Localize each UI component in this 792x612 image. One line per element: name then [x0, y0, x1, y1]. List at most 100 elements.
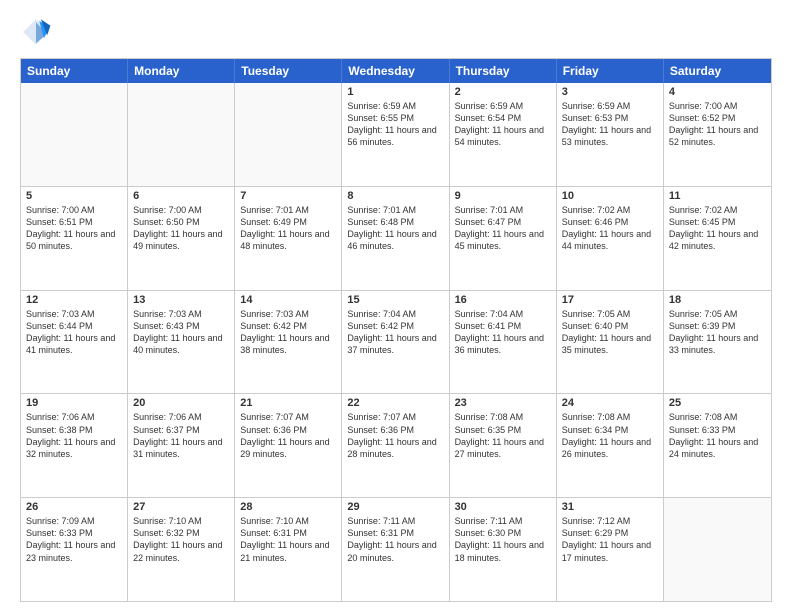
day-number: 25: [669, 397, 766, 409]
day-cell-2: 2 Sunrise: 6:59 AMSunset: 6:54 PMDayligh…: [450, 83, 557, 186]
day-number: 6: [133, 190, 229, 202]
cell-info: Sunrise: 6:59 AMSunset: 6:55 PMDaylight:…: [347, 100, 443, 149]
day-cell-3: 3 Sunrise: 6:59 AMSunset: 6:53 PMDayligh…: [557, 83, 664, 186]
cell-info: Sunrise: 7:12 AMSunset: 6:29 PMDaylight:…: [562, 515, 658, 564]
day-cell-9: 9 Sunrise: 7:01 AMSunset: 6:47 PMDayligh…: [450, 187, 557, 290]
cell-info: Sunrise: 7:08 AMSunset: 6:34 PMDaylight:…: [562, 411, 658, 460]
day-number: 12: [26, 294, 122, 306]
cell-info: Sunrise: 6:59 AMSunset: 6:53 PMDaylight:…: [562, 100, 658, 149]
day-cell-21: 21 Sunrise: 7:07 AMSunset: 6:36 PMDaylig…: [235, 394, 342, 497]
cell-info: Sunrise: 7:01 AMSunset: 6:48 PMDaylight:…: [347, 204, 443, 253]
day-cell-13: 13 Sunrise: 7:03 AMSunset: 6:43 PMDaylig…: [128, 291, 235, 394]
day-number: 7: [240, 190, 336, 202]
cell-info: Sunrise: 7:00 AMSunset: 6:52 PMDaylight:…: [669, 100, 766, 149]
cell-info: Sunrise: 7:10 AMSunset: 6:31 PMDaylight:…: [240, 515, 336, 564]
cell-info: Sunrise: 7:05 AMSunset: 6:40 PMDaylight:…: [562, 308, 658, 357]
day-cell-8: 8 Sunrise: 7:01 AMSunset: 6:48 PMDayligh…: [342, 187, 449, 290]
empty-cell: [235, 83, 342, 186]
cell-info: Sunrise: 7:06 AMSunset: 6:38 PMDaylight:…: [26, 411, 122, 460]
cell-info: Sunrise: 7:11 AMSunset: 6:30 PMDaylight:…: [455, 515, 551, 564]
day-number: 13: [133, 294, 229, 306]
cell-info: Sunrise: 7:09 AMSunset: 6:33 PMDaylight:…: [26, 515, 122, 564]
cell-info: Sunrise: 7:07 AMSunset: 6:36 PMDaylight:…: [240, 411, 336, 460]
cell-info: Sunrise: 7:11 AMSunset: 6:31 PMDaylight:…: [347, 515, 443, 564]
header: [20, 16, 772, 48]
day-cell-19: 19 Sunrise: 7:06 AMSunset: 6:38 PMDaylig…: [21, 394, 128, 497]
day-number: 26: [26, 501, 122, 513]
calendar: SundayMondayTuesdayWednesdayThursdayFrid…: [20, 58, 772, 602]
day-number: 16: [455, 294, 551, 306]
cell-info: Sunrise: 7:02 AMSunset: 6:45 PMDaylight:…: [669, 204, 766, 253]
day-cell-18: 18 Sunrise: 7:05 AMSunset: 6:39 PMDaylig…: [664, 291, 771, 394]
day-number: 9: [455, 190, 551, 202]
day-header-sunday: Sunday: [21, 59, 128, 83]
cell-info: Sunrise: 7:04 AMSunset: 6:42 PMDaylight:…: [347, 308, 443, 357]
day-number: 29: [347, 501, 443, 513]
week-row-4: 26 Sunrise: 7:09 AMSunset: 6:33 PMDaylig…: [21, 497, 771, 601]
day-number: 30: [455, 501, 551, 513]
cell-info: Sunrise: 7:02 AMSunset: 6:46 PMDaylight:…: [562, 204, 658, 253]
day-number: 21: [240, 397, 336, 409]
day-number: 8: [347, 190, 443, 202]
week-row-2: 12 Sunrise: 7:03 AMSunset: 6:44 PMDaylig…: [21, 290, 771, 394]
day-cell-23: 23 Sunrise: 7:08 AMSunset: 6:35 PMDaylig…: [450, 394, 557, 497]
day-header-wednesday: Wednesday: [342, 59, 449, 83]
day-number: 20: [133, 397, 229, 409]
day-number: 10: [562, 190, 658, 202]
day-number: 28: [240, 501, 336, 513]
empty-cell: [128, 83, 235, 186]
day-cell-31: 31 Sunrise: 7:12 AMSunset: 6:29 PMDaylig…: [557, 498, 664, 601]
day-cell-17: 17 Sunrise: 7:05 AMSunset: 6:40 PMDaylig…: [557, 291, 664, 394]
calendar-body: 1 Sunrise: 6:59 AMSunset: 6:55 PMDayligh…: [21, 83, 771, 601]
day-cell-14: 14 Sunrise: 7:03 AMSunset: 6:42 PMDaylig…: [235, 291, 342, 394]
day-header-tuesday: Tuesday: [235, 59, 342, 83]
empty-cell: [21, 83, 128, 186]
day-cell-25: 25 Sunrise: 7:08 AMSunset: 6:33 PMDaylig…: [664, 394, 771, 497]
cell-info: Sunrise: 7:00 AMSunset: 6:50 PMDaylight:…: [133, 204, 229, 253]
day-cell-6: 6 Sunrise: 7:00 AMSunset: 6:50 PMDayligh…: [128, 187, 235, 290]
cell-info: Sunrise: 7:03 AMSunset: 6:44 PMDaylight:…: [26, 308, 122, 357]
day-cell-16: 16 Sunrise: 7:04 AMSunset: 6:41 PMDaylig…: [450, 291, 557, 394]
week-row-1: 5 Sunrise: 7:00 AMSunset: 6:51 PMDayligh…: [21, 186, 771, 290]
cell-info: Sunrise: 7:05 AMSunset: 6:39 PMDaylight:…: [669, 308, 766, 357]
day-cell-7: 7 Sunrise: 7:01 AMSunset: 6:49 PMDayligh…: [235, 187, 342, 290]
cell-info: Sunrise: 7:03 AMSunset: 6:42 PMDaylight:…: [240, 308, 336, 357]
day-header-saturday: Saturday: [664, 59, 771, 83]
page: SundayMondayTuesdayWednesdayThursdayFrid…: [0, 0, 792, 612]
day-cell-22: 22 Sunrise: 7:07 AMSunset: 6:36 PMDaylig…: [342, 394, 449, 497]
cell-info: Sunrise: 7:07 AMSunset: 6:36 PMDaylight:…: [347, 411, 443, 460]
cell-info: Sunrise: 7:08 AMSunset: 6:35 PMDaylight:…: [455, 411, 551, 460]
logo: [20, 16, 56, 48]
day-number: 15: [347, 294, 443, 306]
cell-info: Sunrise: 7:01 AMSunset: 6:49 PMDaylight:…: [240, 204, 336, 253]
day-number: 22: [347, 397, 443, 409]
day-number: 5: [26, 190, 122, 202]
cell-info: Sunrise: 6:59 AMSunset: 6:54 PMDaylight:…: [455, 100, 551, 149]
day-cell-20: 20 Sunrise: 7:06 AMSunset: 6:37 PMDaylig…: [128, 394, 235, 497]
day-number: 23: [455, 397, 551, 409]
day-number: 4: [669, 86, 766, 98]
day-cell-4: 4 Sunrise: 7:00 AMSunset: 6:52 PMDayligh…: [664, 83, 771, 186]
day-number: 17: [562, 294, 658, 306]
logo-icon: [20, 16, 52, 48]
day-cell-12: 12 Sunrise: 7:03 AMSunset: 6:44 PMDaylig…: [21, 291, 128, 394]
day-number: 3: [562, 86, 658, 98]
cell-info: Sunrise: 7:00 AMSunset: 6:51 PMDaylight:…: [26, 204, 122, 253]
day-cell-24: 24 Sunrise: 7:08 AMSunset: 6:34 PMDaylig…: [557, 394, 664, 497]
week-row-0: 1 Sunrise: 6:59 AMSunset: 6:55 PMDayligh…: [21, 83, 771, 186]
cell-info: Sunrise: 7:01 AMSunset: 6:47 PMDaylight:…: [455, 204, 551, 253]
day-cell-30: 30 Sunrise: 7:11 AMSunset: 6:30 PMDaylig…: [450, 498, 557, 601]
day-number: 24: [562, 397, 658, 409]
cell-info: Sunrise: 7:03 AMSunset: 6:43 PMDaylight:…: [133, 308, 229, 357]
day-number: 31: [562, 501, 658, 513]
cell-info: Sunrise: 7:08 AMSunset: 6:33 PMDaylight:…: [669, 411, 766, 460]
day-number: 19: [26, 397, 122, 409]
day-cell-1: 1 Sunrise: 6:59 AMSunset: 6:55 PMDayligh…: [342, 83, 449, 186]
calendar-header: SundayMondayTuesdayWednesdayThursdayFrid…: [21, 59, 771, 83]
week-row-3: 19 Sunrise: 7:06 AMSunset: 6:38 PMDaylig…: [21, 393, 771, 497]
day-cell-26: 26 Sunrise: 7:09 AMSunset: 6:33 PMDaylig…: [21, 498, 128, 601]
day-header-thursday: Thursday: [450, 59, 557, 83]
cell-info: Sunrise: 7:10 AMSunset: 6:32 PMDaylight:…: [133, 515, 229, 564]
day-number: 18: [669, 294, 766, 306]
day-number: 27: [133, 501, 229, 513]
